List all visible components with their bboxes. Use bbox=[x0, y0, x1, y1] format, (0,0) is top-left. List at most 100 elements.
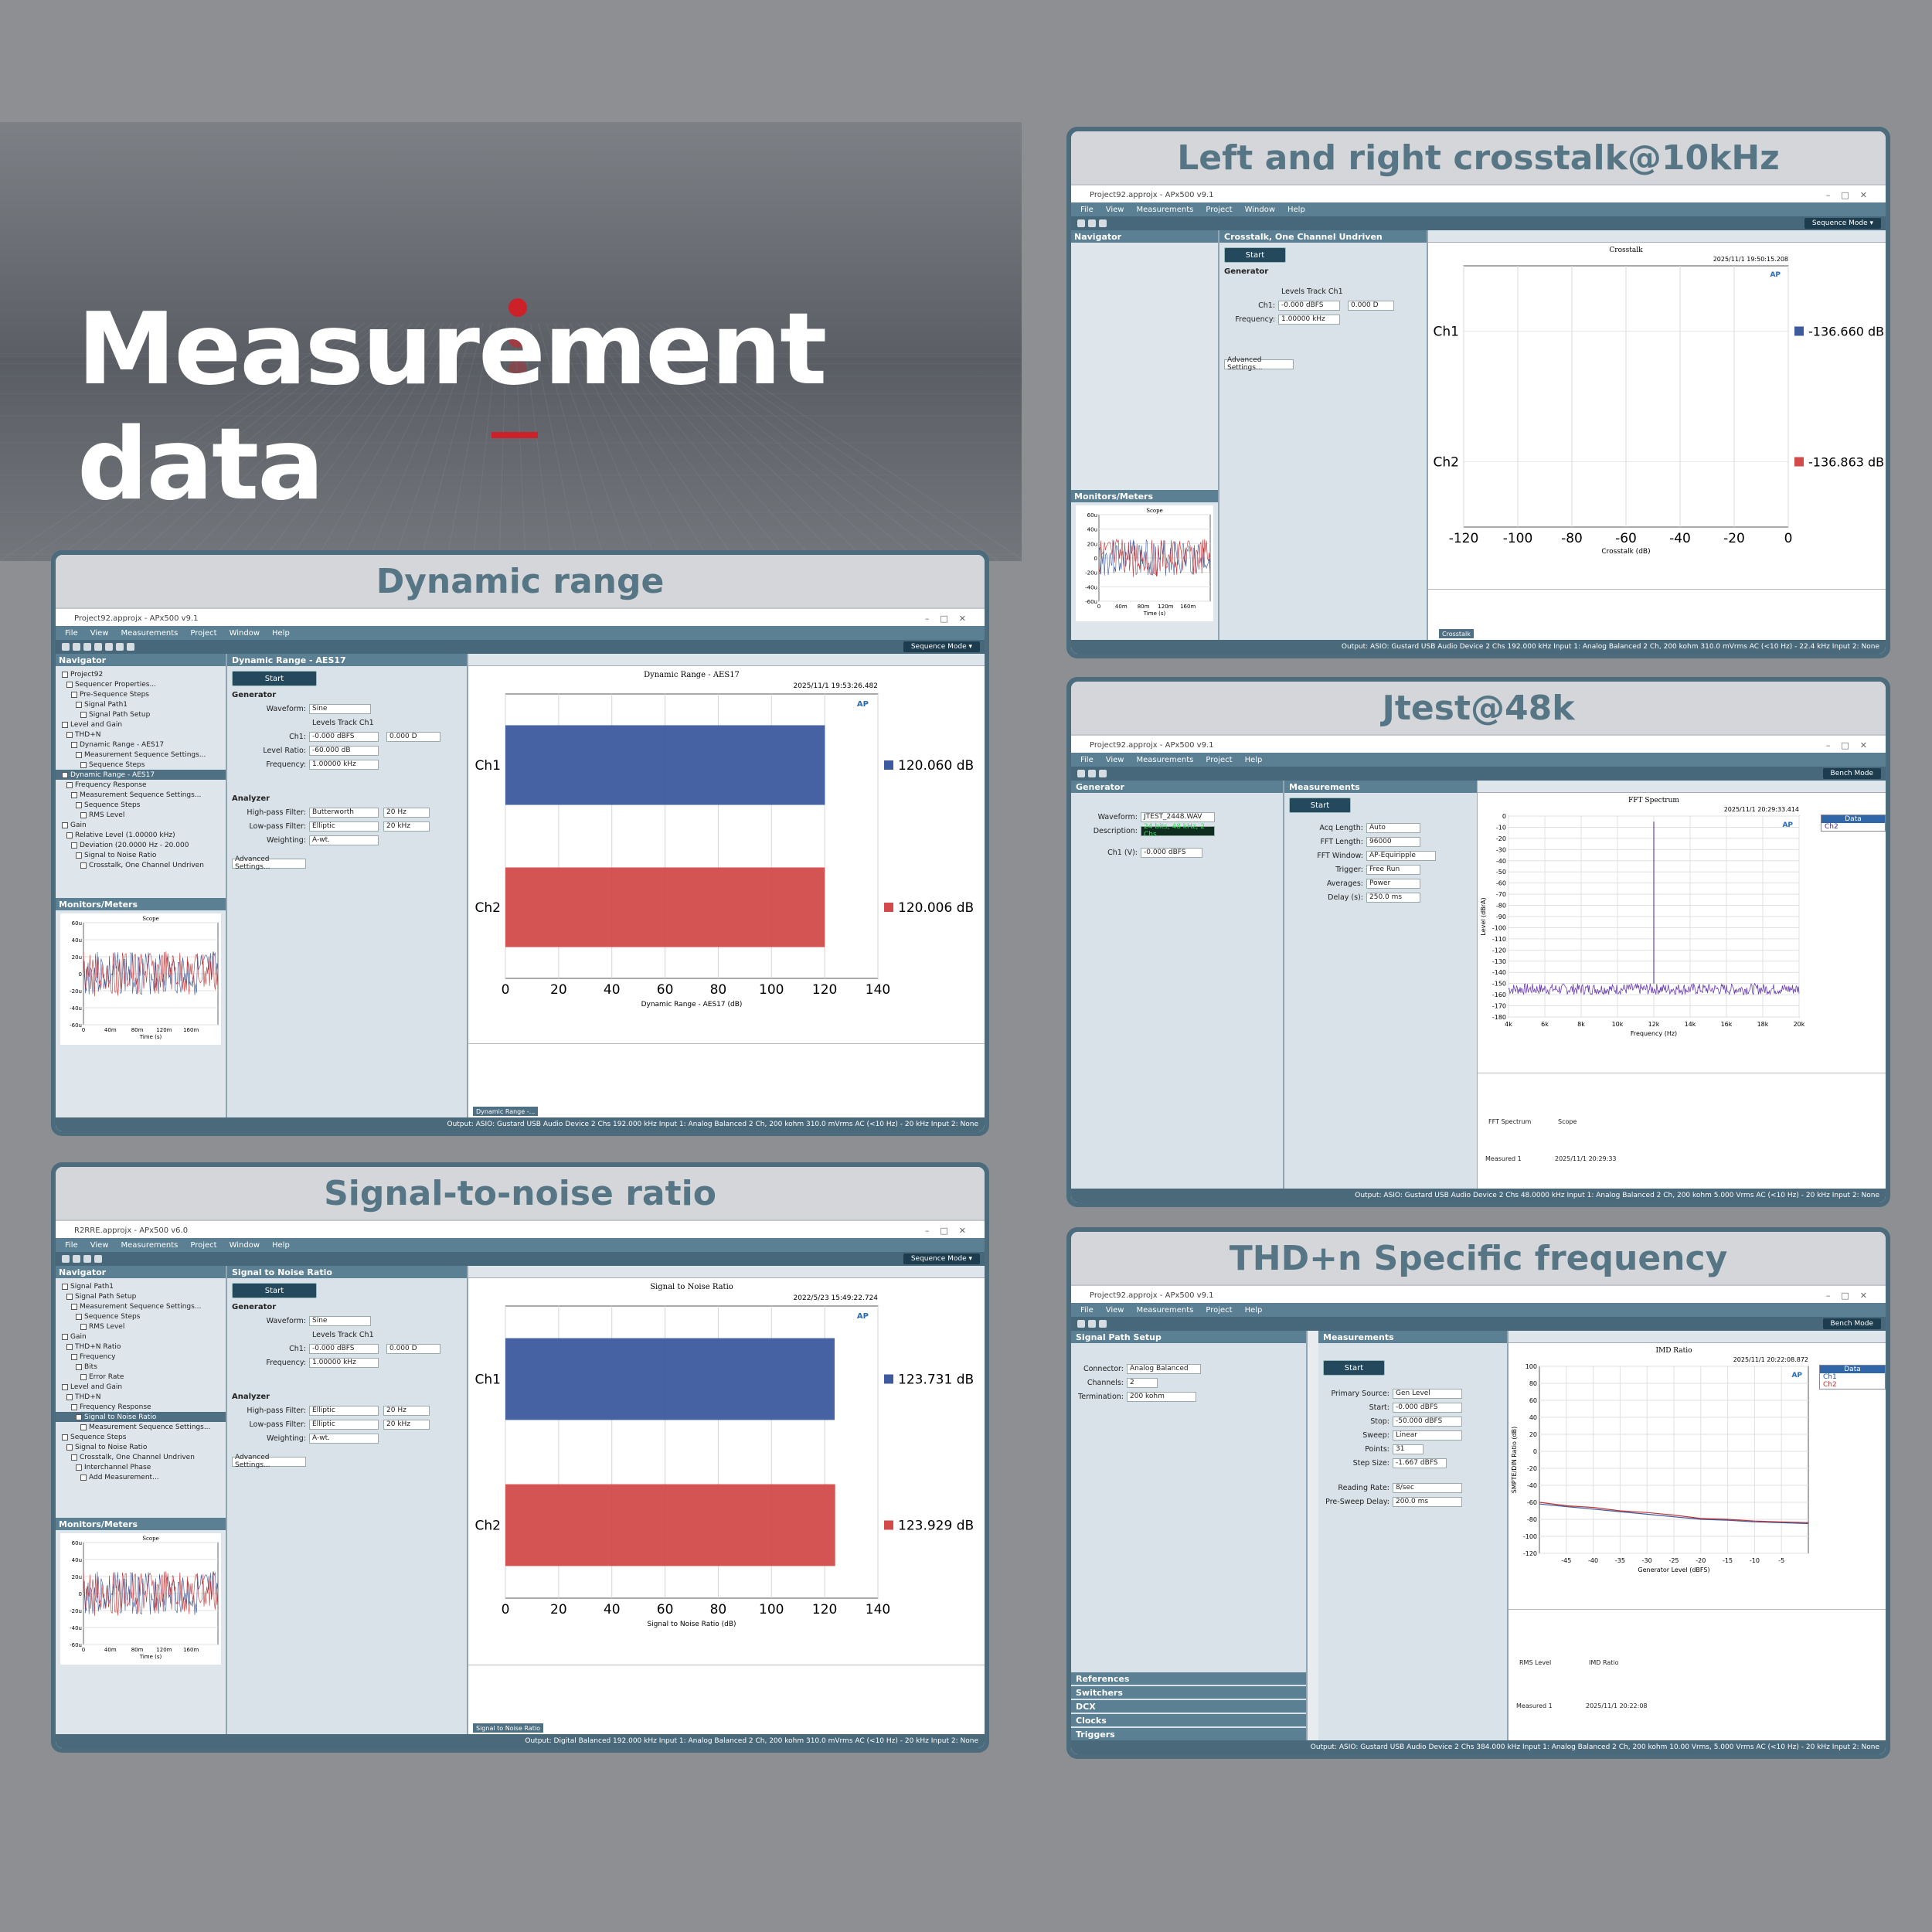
stop-level-field[interactable]: -50.000 dBFS bbox=[1393, 1416, 1462, 1427]
save-icon[interactable] bbox=[83, 643, 91, 651]
ch1-level-field[interactable]: -0.000 dBFS bbox=[309, 731, 379, 742]
navigator-item[interactable]: Level and Gain bbox=[56, 719, 226, 730]
menu-help[interactable]: Help bbox=[1245, 756, 1263, 764]
settings-icon[interactable] bbox=[94, 643, 102, 651]
navigator-item[interactable]: Error Rate bbox=[56, 1372, 226, 1382]
weighting-select[interactable]: A-wt. bbox=[309, 1433, 379, 1444]
open-icon[interactable] bbox=[73, 643, 80, 651]
navigator-item[interactable]: Signal to Noise Ratio bbox=[56, 1412, 226, 1422]
start-button[interactable]: Start bbox=[232, 671, 317, 686]
menu-help[interactable]: Help bbox=[1245, 1306, 1263, 1315]
points-field[interactable]: 31 bbox=[1393, 1444, 1423, 1454]
lp-filter-select[interactable]: Elliptic bbox=[309, 1419, 379, 1430]
checkbox-icon[interactable] bbox=[80, 711, 87, 718]
navigator-item[interactable]: Signal to Noise Ratio bbox=[56, 850, 226, 860]
open-icon[interactable] bbox=[1088, 219, 1096, 227]
checkbox-icon[interactable] bbox=[76, 701, 82, 708]
navigator-item[interactable]: Deviation (20.0000 Hz - 20.000 bbox=[56, 840, 226, 850]
checkbox-icon[interactable] bbox=[80, 1423, 87, 1430]
menu-help[interactable]: Help bbox=[272, 1241, 290, 1250]
navigator-item[interactable]: Project92 bbox=[56, 669, 226, 679]
checkbox-icon[interactable] bbox=[80, 1474, 87, 1481]
menu-measurements[interactable]: Measurements bbox=[1136, 206, 1193, 214]
link-dcx[interactable]: DCX bbox=[1071, 1700, 1306, 1713]
save-icon[interactable] bbox=[1099, 770, 1107, 777]
fft-length-select[interactable]: 96000 bbox=[1366, 836, 1420, 847]
menu-project[interactable]: Project bbox=[1206, 1306, 1232, 1315]
frequency-field[interactable]: 1.00000 kHz bbox=[309, 759, 379, 770]
checkbox-icon[interactable] bbox=[62, 821, 68, 828]
menu-window[interactable]: Window bbox=[230, 629, 260, 638]
pre-sweep-delay-field[interactable]: 200.0 ms bbox=[1393, 1496, 1462, 1507]
ch1-level-field[interactable]: -0.000 dBFS bbox=[309, 1343, 379, 1354]
open-icon[interactable] bbox=[1088, 770, 1096, 777]
checkbox-icon[interactable] bbox=[71, 691, 77, 698]
window-controls[interactable]: –□✕ bbox=[1826, 190, 1878, 200]
result-scope[interactable]: Scope bbox=[1558, 1118, 1577, 1125]
legend-ch1[interactable]: Ch1 bbox=[1820, 1373, 1885, 1381]
levels-track-checkbox[interactable]: Levels Track Ch1 bbox=[1281, 287, 1343, 296]
reading-rate-select[interactable]: 8/sec bbox=[1393, 1482, 1462, 1493]
legend-ch2[interactable]: Ch2 bbox=[1820, 1381, 1885, 1389]
navigator-item[interactable]: THD+N bbox=[56, 730, 226, 740]
start-level-field[interactable]: -0.000 dBFS bbox=[1393, 1402, 1462, 1413]
menu-measurements[interactable]: Measurements bbox=[121, 629, 178, 638]
level-ratio-field[interactable]: -60.000 dB bbox=[309, 745, 379, 756]
new-icon[interactable] bbox=[1077, 770, 1085, 777]
navigator-item[interactable]: RMS Level bbox=[56, 1321, 226, 1332]
navigator-item[interactable]: Signal Path1 bbox=[56, 699, 226, 709]
navigator-item[interactable]: Dynamic Range - AES17 bbox=[56, 770, 226, 780]
navigator-item[interactable]: Bits bbox=[56, 1362, 226, 1372]
advanced-settings-button[interactable]: Advanced Settings... bbox=[232, 855, 306, 871]
menu-view[interactable]: View bbox=[1106, 206, 1124, 214]
checkbox-icon[interactable] bbox=[76, 1413, 82, 1420]
acq-length-select[interactable]: Auto bbox=[1366, 822, 1420, 833]
hp-filter-select[interactable]: Butterworth bbox=[309, 807, 379, 818]
waveform-select[interactable]: Sine bbox=[309, 703, 371, 714]
checkbox-icon[interactable] bbox=[66, 832, 73, 838]
checkbox-icon[interactable] bbox=[80, 862, 87, 869]
levels-track-checkbox[interactable]: Levels Track Ch1 bbox=[312, 1331, 374, 1339]
start-button[interactable]: Start bbox=[232, 1283, 317, 1298]
menu-measurements[interactable]: Measurements bbox=[121, 1241, 178, 1250]
menu-file[interactable]: File bbox=[1080, 206, 1094, 214]
checkbox-icon[interactable] bbox=[76, 1313, 82, 1320]
navigator-item[interactable]: THD+N Ratio bbox=[56, 1342, 226, 1352]
navigator-item[interactable]: Measurement Sequence Settings... bbox=[56, 1301, 226, 1311]
connector-select[interactable]: Analog Balanced bbox=[1127, 1363, 1201, 1374]
checkbox-icon[interactable] bbox=[76, 1464, 82, 1471]
menu-view[interactable]: View bbox=[1106, 1306, 1124, 1315]
menu-view[interactable]: View bbox=[1106, 756, 1124, 764]
navigator-item[interactable]: Frequency Response bbox=[56, 1402, 226, 1412]
weighting-select[interactable]: A-wt. bbox=[309, 835, 379, 845]
sequence-mode-button[interactable]: Sequence Mode ▾ bbox=[903, 1253, 980, 1264]
settings-icon[interactable] bbox=[94, 1255, 102, 1263]
open-icon[interactable] bbox=[73, 1255, 80, 1263]
legend-ch2[interactable]: Ch2 bbox=[1821, 823, 1885, 831]
navigator-item[interactable]: Pre-Sequence Steps bbox=[56, 689, 226, 699]
checkbox-icon[interactable] bbox=[66, 1293, 73, 1300]
checkbox-icon[interactable] bbox=[62, 721, 68, 728]
navigator-item[interactable]: Measurement Sequence Settings... bbox=[56, 750, 226, 760]
thumbnail-caption[interactable]: Signal to Noise Ratio bbox=[473, 1723, 543, 1733]
channels-field[interactable]: 2 bbox=[1127, 1377, 1158, 1388]
open-icon[interactable] bbox=[1088, 1320, 1096, 1328]
termination-select[interactable]: 200 kohm bbox=[1127, 1391, 1196, 1402]
result-rms-level[interactable]: RMS Level bbox=[1519, 1659, 1551, 1666]
menu-window[interactable]: Window bbox=[1245, 206, 1275, 214]
menu-project[interactable]: Project bbox=[190, 629, 216, 638]
menu-file[interactable]: File bbox=[65, 1241, 78, 1250]
new-icon[interactable] bbox=[62, 1255, 70, 1263]
new-icon[interactable] bbox=[62, 643, 70, 651]
menu-help[interactable]: Help bbox=[272, 629, 290, 638]
frequency-field[interactable]: 1.00000 kHz bbox=[309, 1357, 379, 1368]
checkbox-icon[interactable] bbox=[80, 761, 87, 768]
window-controls[interactable]: –□✕ bbox=[925, 1226, 977, 1236]
checkbox-icon[interactable] bbox=[71, 1353, 77, 1360]
navigator-item[interactable]: Sequencer Properties... bbox=[56, 679, 226, 689]
navigator-item[interactable]: Add Measurement... bbox=[56, 1472, 226, 1482]
delay-field[interactable]: 250.0 ms bbox=[1366, 892, 1420, 903]
checkbox-icon[interactable] bbox=[71, 741, 77, 748]
menu-project[interactable]: Project bbox=[190, 1241, 216, 1250]
frequency-field[interactable]: 1.00000 kHz bbox=[1278, 314, 1340, 325]
